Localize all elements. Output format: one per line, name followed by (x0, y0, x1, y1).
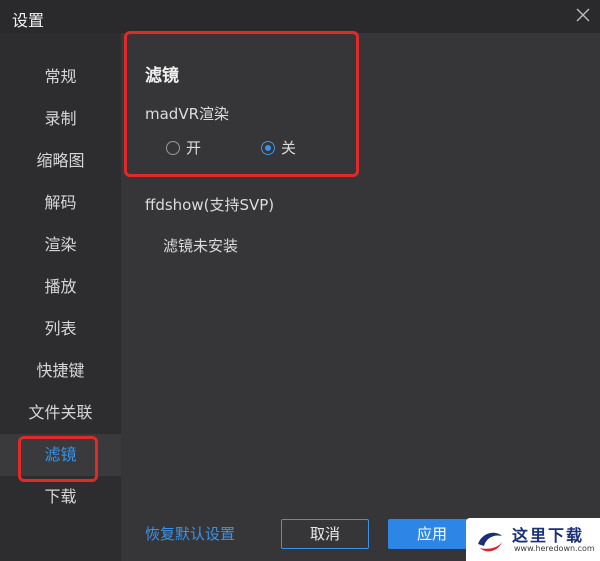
title-bar: 设置 (0, 0, 600, 33)
cancel-button[interactable]: 取消 (281, 519, 369, 549)
ffdshow-status: 滤镜未安装 (163, 237, 239, 255)
watermark-url: www.heredown.com (514, 544, 595, 553)
window-title: 设置 (12, 11, 45, 30)
madvr-on-label: 开 (186, 139, 202, 157)
sidebar: 常规 录制 缩略图 解码 渲染 播放 列表 快捷键 文件关联 滤镜 下载 (0, 33, 121, 561)
section-title: 滤镜 (145, 66, 179, 86)
ffdshow-label: ffdshow(支持SVP) (145, 196, 275, 214)
madvr-label: madVR渲染 (145, 105, 230, 123)
sidebar-item-file-association[interactable]: 文件关联 (0, 392, 121, 434)
sidebar-item-hotkeys[interactable]: 快捷键 (0, 350, 121, 392)
sidebar-item-render[interactable]: 渲染 (0, 224, 121, 266)
sidebar-item-decode[interactable]: 解码 (0, 182, 121, 224)
sidebar-item-record[interactable]: 录制 (0, 98, 121, 140)
watermark-logo-icon (478, 532, 502, 552)
madvr-off-radio[interactable]: 关 (261, 137, 296, 158)
restore-defaults-link[interactable]: 恢复默认设置 (145, 523, 235, 544)
apply-button[interactable]: 应用 (388, 519, 476, 549)
madvr-off-label: 关 (281, 139, 297, 157)
watermark: 这里下载 www.heredown.com (466, 518, 600, 561)
madvr-on-radio[interactable]: 开 (166, 137, 201, 158)
sidebar-item-playback[interactable]: 播放 (0, 266, 121, 308)
radio-checked-icon (261, 140, 275, 155)
sidebar-item-download[interactable]: 下载 (0, 476, 121, 518)
watermark-text: 这里下载 (512, 526, 585, 545)
radio-circle-icon (166, 140, 180, 155)
sidebar-item-general[interactable]: 常规 (0, 56, 121, 98)
sidebar-item-filter[interactable]: 滤镜 (0, 434, 121, 476)
sidebar-item-list[interactable]: 列表 (0, 308, 121, 350)
settings-content: 滤镜 madVR渲染 开 关 ffdshow(支持SVP) 滤镜未安装 恢复默认… (121, 33, 600, 561)
sidebar-item-thumbnail[interactable]: 缩略图 (0, 140, 121, 182)
close-icon[interactable] (572, 4, 594, 26)
